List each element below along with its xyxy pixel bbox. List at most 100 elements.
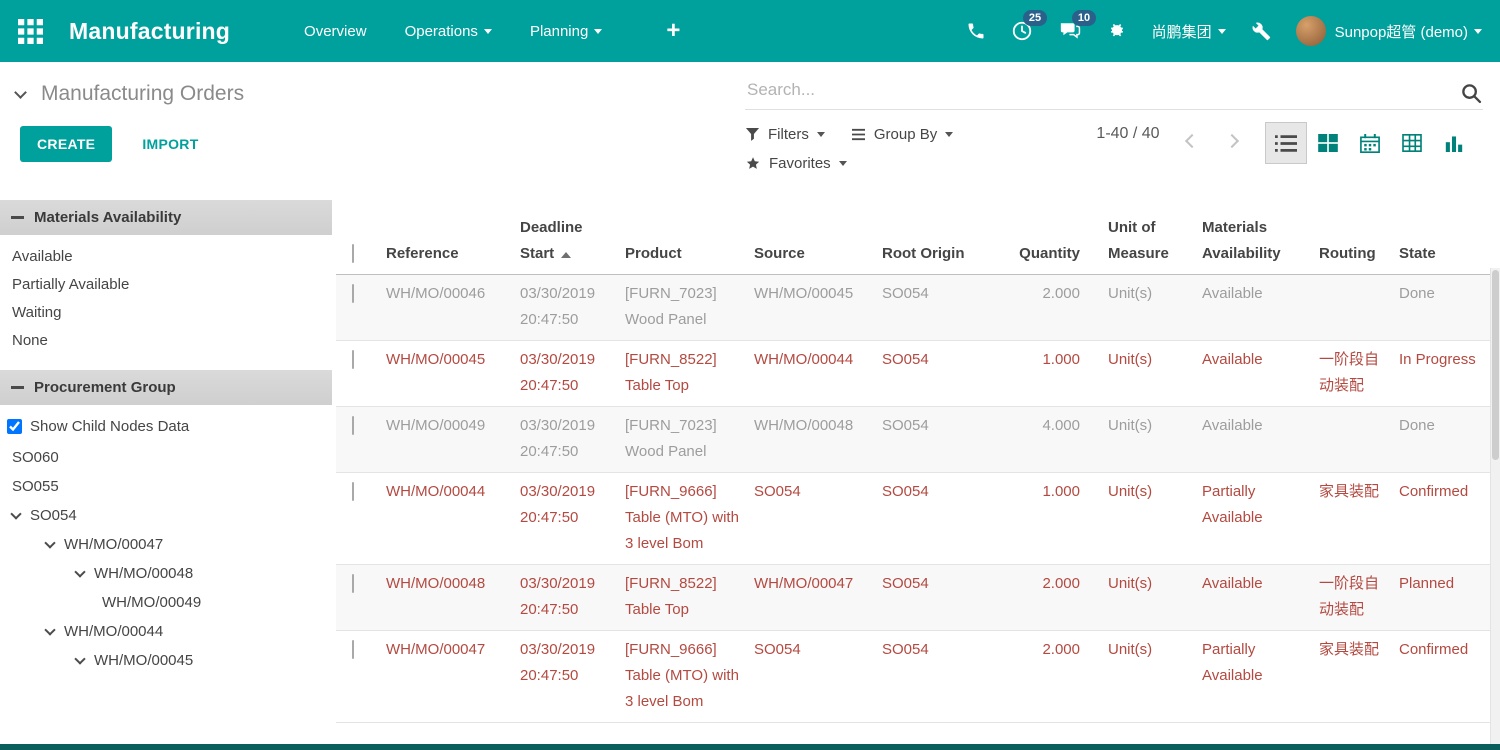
table-row[interactable]: WH/MO/00047 03/30/2019 20:47:50 [FURN_96… [336, 631, 1500, 723]
cell-uom: Unit(s) [1088, 347, 1192, 373]
chevron-down-icon[interactable] [74, 566, 85, 577]
kanban-view-icon [1318, 134, 1338, 152]
tree-item-so055[interactable]: SO055 [0, 472, 332, 501]
chevron-down-icon[interactable] [74, 653, 85, 664]
search-button[interactable] [1460, 82, 1483, 110]
tree-item-label: WH/MO/00049 [102, 594, 201, 611]
view-calendar-button[interactable] [1349, 122, 1391, 164]
facet-buttons: Filters Group By Favorites [745, 120, 1005, 178]
tree-item-so060[interactable]: SO060 [0, 443, 332, 472]
settings-tools-button[interactable] [1251, 21, 1271, 41]
company-switcher[interactable]: 尚鹏集团 [1152, 21, 1226, 42]
chevron-down-icon[interactable] [44, 537, 55, 548]
tree-item-wh-mo-00049[interactable]: WH/MO/00049 [0, 588, 332, 617]
tree-item-so054[interactable]: SO054 [0, 501, 332, 530]
cell-routing: 一阶段自动装配 [1304, 347, 1399, 399]
group-by-button[interactable]: Group By [851, 126, 953, 143]
show-child-nodes-checkbox[interactable] [7, 419, 22, 434]
chevron-down-icon[interactable] [44, 624, 55, 635]
tree-item-wh-mo-00045[interactable]: WH/MO/00045 [0, 646, 332, 675]
sidebar-section-materials-availability[interactable]: Materials Availability [0, 200, 332, 235]
chevron-down-icon[interactable] [10, 508, 21, 519]
sort-ascending-icon [561, 252, 571, 258]
filter-item-waiting[interactable]: Waiting [0, 298, 332, 326]
show-child-nodes-label: Show Child Nodes Data [30, 418, 189, 435]
select-all-checkbox[interactable] [352, 244, 354, 263]
view-list-button[interactable] [1265, 122, 1307, 164]
cell-root-origin: SO054 [882, 479, 1006, 505]
breadcrumb-toggle-chevron-icon[interactable] [14, 86, 27, 99]
table-row[interactable]: WH/MO/00045 03/30/2019 20:47:50 [FURN_85… [336, 341, 1500, 407]
view-pivot-button[interactable] [1391, 122, 1433, 164]
tree-item-wh-mo-00044[interactable]: WH/MO/00044 [0, 617, 332, 646]
tree-item-wh-mo-00047[interactable]: WH/MO/00047 [0, 530, 332, 559]
vertical-scrollbar[interactable] [1490, 268, 1500, 744]
view-kanban-button[interactable] [1307, 122, 1349, 164]
cell-availability: Partially Available [1192, 637, 1304, 689]
column-header-product[interactable]: Product [625, 241, 754, 267]
column-header-state[interactable]: State [1399, 241, 1500, 267]
pager-value[interactable]: 1-40 / 40 [1095, 120, 1161, 147]
activities-button[interactable]: 25 [1011, 20, 1033, 42]
cell-product: [FURN_7023] Wood Panel [625, 413, 754, 465]
pager-previous-icon[interactable] [1185, 134, 1199, 148]
column-header-materials-availability[interactable]: Materials Availability [1192, 215, 1304, 267]
view-graph-button[interactable] [1433, 122, 1475, 164]
favorites-label: Favorites [769, 155, 831, 172]
menu-planning[interactable]: Planning [530, 23, 602, 40]
chevron-down-icon [945, 132, 953, 137]
phone-icon [966, 21, 986, 41]
filter-item-none[interactable]: None [0, 326, 332, 354]
search-input[interactable] [745, 74, 1483, 110]
debug-button[interactable] [1107, 21, 1127, 41]
column-header-unit-of-measure[interactable]: Unit of Measure [1088, 215, 1192, 267]
menu-overview[interactable]: Overview [304, 23, 367, 40]
menu-operations[interactable]: Operations [405, 23, 492, 40]
quick-add-button[interactable]: + [666, 19, 680, 43]
cell-quantity: 2.000 [1006, 281, 1088, 307]
cell-deadline: 03/30/2019 20:47:50 [520, 479, 625, 531]
scrollbar-thumb[interactable] [1492, 270, 1499, 460]
cell-uom: Unit(s) [1088, 637, 1192, 663]
row-checkbox[interactable] [352, 350, 354, 369]
filters-button[interactable]: Filters [745, 126, 825, 143]
table-row[interactable]: WH/MO/00049 03/30/2019 20:47:50 [FURN_70… [336, 407, 1500, 473]
company-name: 尚鹏集团 [1152, 21, 1212, 42]
show-child-nodes-toggle[interactable]: Show Child Nodes Data [7, 418, 332, 435]
favorites-button[interactable]: Favorites [745, 155, 847, 172]
table-row[interactable]: WH/MO/00044 03/30/2019 20:47:50 [FURN_96… [336, 473, 1500, 565]
apps-menu-button[interactable] [18, 19, 43, 44]
user-menu[interactable]: Sunpop超管 (demo) [1296, 16, 1482, 46]
column-header-deadline-start[interactable]: Deadline Start [520, 215, 625, 267]
column-header-quantity[interactable]: Quantity [1006, 241, 1088, 267]
create-button[interactable]: CREATE [20, 126, 112, 162]
collapse-dash-icon [11, 216, 24, 219]
user-name: Sunpop超管 (demo) [1335, 21, 1468, 42]
table-row[interactable]: WH/MO/00048 03/30/2019 20:47:50 [FURN_85… [336, 565, 1500, 631]
table-row[interactable]: WH/MO/00046 03/30/2019 20:47:50 [FURN_70… [336, 275, 1500, 341]
list-view-icon [1275, 134, 1297, 153]
cell-root-origin: SO054 [882, 571, 1006, 597]
messages-button[interactable]: 10 [1058, 20, 1082, 42]
row-checkbox[interactable] [352, 416, 354, 435]
pager-next-icon[interactable] [1225, 134, 1239, 148]
row-checkbox[interactable] [352, 574, 354, 593]
column-header-source[interactable]: Source [754, 241, 882, 267]
import-button[interactable]: IMPORT [136, 135, 204, 153]
sidebar-section-procurement-group[interactable]: Procurement Group [0, 370, 332, 405]
app-title[interactable]: Manufacturing [69, 18, 230, 45]
tree-item-wh-mo-00048[interactable]: WH/MO/00048 [0, 559, 332, 588]
row-checkbox[interactable] [352, 482, 354, 501]
filter-item-partially-available[interactable]: Partially Available [0, 270, 332, 298]
column-header-reference[interactable]: Reference [386, 241, 520, 267]
cell-reference: WH/MO/00048 [386, 571, 520, 597]
column-header-root-origin[interactable]: Root Origin [882, 241, 1006, 267]
action-buttons: CREATE IMPORT [20, 126, 205, 162]
column-header-routing[interactable]: Routing [1304, 241, 1399, 267]
cell-source: SO054 [754, 637, 882, 663]
phone-button[interactable] [966, 21, 986, 41]
filter-item-available[interactable]: Available [0, 242, 332, 270]
cell-routing: 家具装配 [1304, 479, 1399, 505]
row-checkbox[interactable] [352, 640, 354, 659]
row-checkbox[interactable] [352, 284, 354, 303]
